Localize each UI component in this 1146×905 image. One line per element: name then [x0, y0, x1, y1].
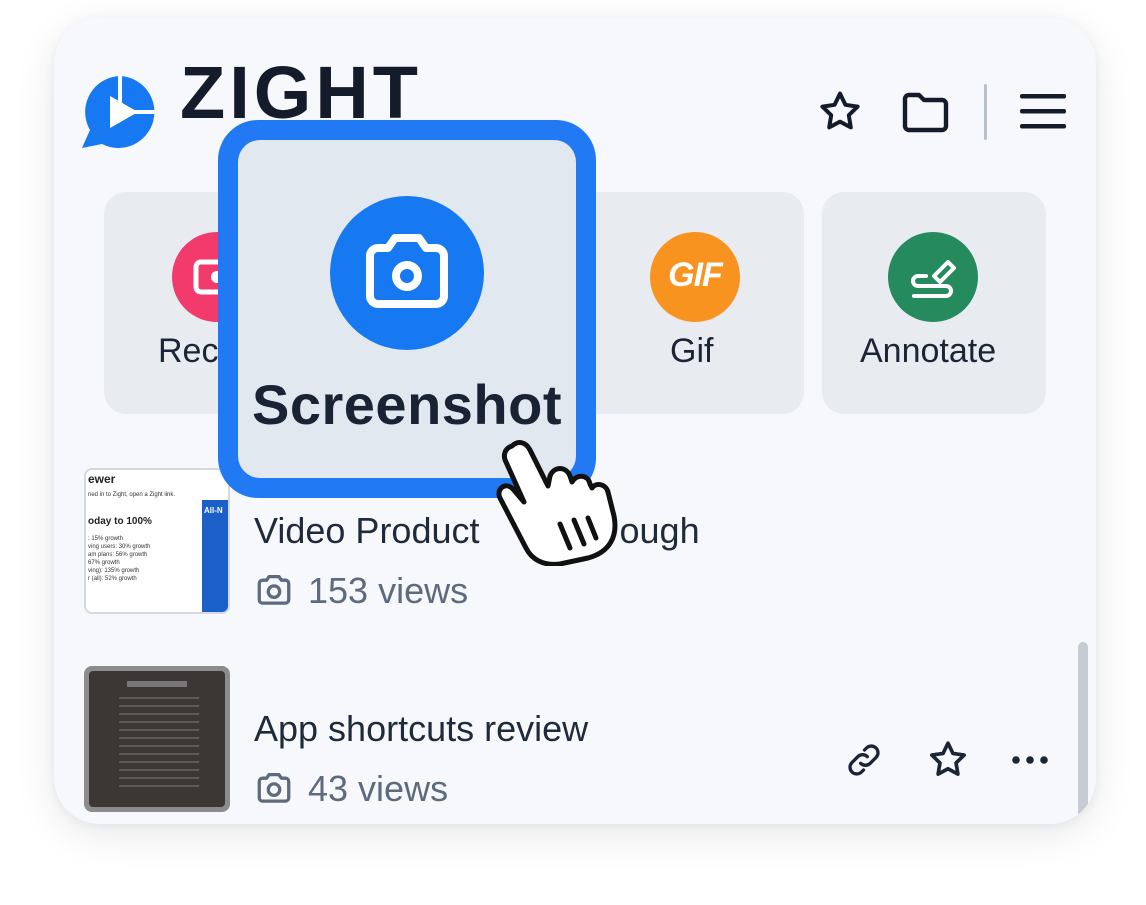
item-thumbnail — [84, 666, 230, 812]
camera-icon — [257, 772, 291, 803]
camera-icon — [257, 574, 291, 605]
item-title[interactable]: App shortcuts review — [254, 708, 588, 750]
tile-record-label: Rec — [158, 332, 219, 370]
tile-annotate[interactable]: Annotate — [822, 192, 1046, 414]
link-icon[interactable] — [844, 740, 884, 780]
tile-gif[interactable]: GIF Gif — [582, 192, 804, 414]
star-icon[interactable] — [816, 88, 864, 136]
annotate-icon — [888, 232, 978, 322]
gif-icon: GIF — [650, 232, 740, 322]
item-views: 153 views — [308, 570, 469, 611]
hand-cursor-icon — [496, 440, 618, 566]
screenshot-popup-label: Screenshot — [252, 373, 562, 436]
item-views: 43 views — [308, 768, 449, 809]
header-divider — [984, 84, 987, 140]
camera-icon — [330, 196, 484, 350]
list-item[interactable]: App shortcuts review 43 views — [54, 658, 1096, 824]
item-title[interactable]: Video Product ough — [254, 510, 700, 552]
brand-wordmark: ZIGHT — [180, 51, 422, 134]
tile-gif-label: Gif — [670, 332, 714, 370]
star-icon[interactable] — [926, 738, 970, 782]
tile-annotate-label: Annotate — [860, 332, 997, 370]
screenshot-popup-card: Screenshot — [238, 140, 576, 478]
scrollbar[interactable] — [1078, 642, 1088, 824]
more-icon[interactable] — [1010, 752, 1050, 768]
thumbnail-overlay: All-N — [202, 500, 228, 612]
thumbnail-screen — [89, 671, 225, 807]
item-thumbnail: ewer ned in to Zight, open a Zight link.… — [84, 468, 230, 614]
menu-icon[interactable] — [1018, 88, 1068, 134]
folder-icon[interactable] — [900, 88, 952, 136]
zight-logo-icon — [82, 76, 156, 148]
